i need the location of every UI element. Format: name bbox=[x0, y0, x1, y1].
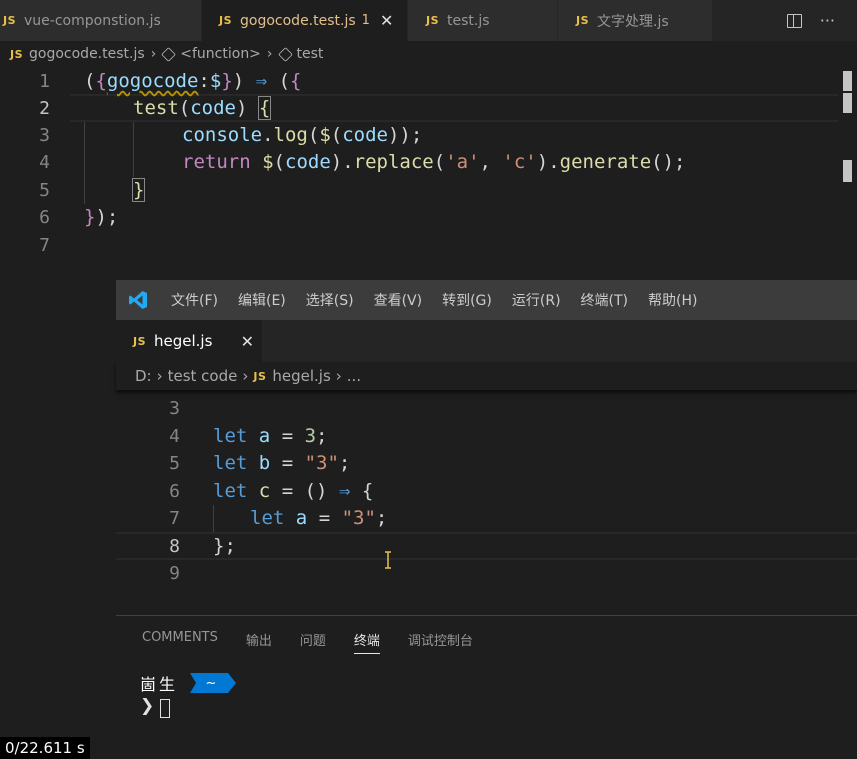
breadcrumb-file[interactable]: gogocode.test.js bbox=[29, 46, 145, 62]
recording-timer: 0/22.611 s bbox=[0, 737, 90, 759]
tab-comments[interactable]: COMMENTS bbox=[142, 630, 218, 654]
split-editor-icon[interactable] bbox=[786, 13, 802, 28]
line-number: 5 bbox=[169, 453, 180, 474]
line-number: 7 bbox=[169, 508, 180, 529]
inner-breadcrumb: D: › test code › JS hegel.js › ... bbox=[116, 362, 857, 390]
inner-tab-bar: JS hegel.js ✕ bbox=[116, 320, 857, 362]
terminal-path-segment: ~ bbox=[190, 673, 236, 693]
scrollbar-marker bbox=[843, 71, 852, 91]
js-file-icon: JS bbox=[133, 334, 147, 348]
menu-selection[interactable]: 选择(S) bbox=[306, 290, 354, 310]
breadcrumb-method[interactable]: test bbox=[297, 46, 324, 62]
scrollbar-marker bbox=[843, 93, 852, 113]
line-number: 3 bbox=[169, 398, 180, 419]
line-number: 7 bbox=[39, 235, 50, 256]
close-icon[interactable]: ✕ bbox=[380, 11, 393, 30]
breadcrumb-more[interactable]: ... bbox=[347, 367, 361, 385]
menu-run[interactable]: 运行(R) bbox=[512, 290, 561, 310]
chevron-right-icon: › bbox=[150, 46, 157, 62]
scrollbar-marker bbox=[843, 160, 852, 182]
breadcrumb-function[interactable]: <function> bbox=[180, 46, 261, 62]
code-line: let a = 3; bbox=[213, 425, 328, 447]
line-number: 8 bbox=[169, 536, 180, 557]
tab-hegel[interactable]: JS hegel.js ✕ bbox=[116, 320, 262, 362]
tab-label: test.js bbox=[447, 12, 490, 29]
tab-problems[interactable]: 问题 bbox=[300, 630, 326, 654]
tab-test[interactable]: JS test.js bbox=[408, 0, 558, 41]
code-line: console.log($(code)); bbox=[182, 124, 423, 146]
line-number: 3 bbox=[39, 125, 50, 146]
inner-vscode-window: 文件(F) 编辑(E) 选择(S) 查看(V) 转到(G) 运行(R) 终端(T… bbox=[116, 280, 857, 759]
terminal-prompt-symbol: ❯ bbox=[140, 696, 155, 716]
editor-actions: ··· bbox=[786, 0, 857, 41]
bottom-panel: COMMENTS 输出 问题 终端 调试控制台 崮生 ~ ❯ bbox=[116, 615, 857, 759]
breadcrumb-folder[interactable]: test code bbox=[168, 367, 238, 385]
function-symbol-icon bbox=[161, 46, 177, 62]
tab-terminal[interactable]: 终端 bbox=[353, 630, 380, 654]
js-file-icon: JS bbox=[426, 14, 440, 27]
more-actions-icon[interactable]: ··· bbox=[820, 11, 835, 30]
menu-view[interactable]: 查看(V) bbox=[374, 290, 423, 310]
js-file-icon: JS bbox=[3, 14, 17, 27]
line-number: 9 bbox=[169, 563, 180, 584]
breadcrumb-file[interactable]: hegel.js bbox=[272, 367, 330, 385]
line-number: 4 bbox=[169, 426, 180, 447]
chevron-right-icon: › bbox=[156, 367, 163, 385]
panel-tab-bar: COMMENTS 输出 问题 终端 调试控制台 bbox=[142, 630, 473, 654]
code-line: return $(code).replace('a', 'c').generat… bbox=[182, 151, 686, 173]
js-file-icon: JS bbox=[10, 47, 24, 61]
indent-guide bbox=[213, 505, 214, 532]
tab-label: vue-componstion.js bbox=[24, 12, 161, 29]
tab-vue-componstion[interactable]: JS vue-componstion.js bbox=[0, 0, 202, 41]
method-symbol-icon bbox=[277, 46, 293, 62]
js-file-icon: JS bbox=[253, 369, 267, 383]
menu-go[interactable]: 转到(G) bbox=[442, 290, 492, 310]
editor-tab-bar: JS vue-componstion.js JS gogocode.test.j… bbox=[0, 0, 857, 41]
tab-output[interactable]: 输出 bbox=[246, 630, 272, 654]
line-number: 6 bbox=[39, 207, 50, 228]
text-cursor-icon bbox=[385, 551, 391, 569]
indent-guide bbox=[84, 122, 85, 204]
line-number: 2 bbox=[39, 98, 50, 119]
menu-bar: 文件(F) 编辑(E) 选择(S) 查看(V) 转到(G) 运行(R) 终端(T… bbox=[116, 280, 857, 320]
chevron-right-icon: › bbox=[266, 46, 273, 62]
line-number: 6 bbox=[169, 481, 180, 502]
js-file-icon: JS bbox=[576, 14, 590, 27]
tab-gogocode-test[interactable]: JS gogocode.test.js 1 ✕ bbox=[202, 0, 408, 41]
menu-file[interactable]: 文件(F) bbox=[171, 290, 218, 310]
terminal-prompt-user: 崮生 bbox=[140, 675, 179, 694]
tab-label: hegel.js bbox=[154, 332, 213, 350]
terminal-cursor[interactable] bbox=[160, 699, 170, 718]
indent-guide bbox=[133, 122, 134, 177]
js-file-icon: JS bbox=[219, 14, 233, 27]
close-icon[interactable]: ✕ bbox=[241, 332, 254, 351]
breadcrumb: JS gogocode.test.js › <function> › test bbox=[0, 41, 857, 67]
code-line: ({gogocode:$}) ⇒ ({ bbox=[84, 70, 302, 92]
vscode-logo-icon bbox=[128, 290, 148, 310]
line-number: 5 bbox=[39, 180, 50, 201]
code-line: }; bbox=[213, 535, 236, 557]
tab-text-processing[interactable]: JS 文字处理.js bbox=[558, 0, 713, 41]
tab-label: gogocode.test.js bbox=[240, 12, 356, 29]
code-line: let c = () ⇒ { bbox=[213, 480, 374, 502]
code-line: test(code) { bbox=[133, 96, 272, 120]
chevron-right-icon: › bbox=[242, 367, 249, 385]
menu-edit[interactable]: 编辑(E) bbox=[238, 290, 286, 310]
breadcrumb-drive[interactable]: D: bbox=[135, 367, 152, 385]
tab-debug-console[interactable]: 调试控制台 bbox=[408, 630, 473, 654]
problem-count-badge: 1 bbox=[361, 13, 370, 28]
menu-terminal[interactable]: 终端(T) bbox=[581, 290, 628, 310]
chevron-right-icon: › bbox=[335, 367, 342, 385]
line-number: 1 bbox=[39, 71, 50, 92]
tab-label: 文字处理.js bbox=[597, 13, 669, 30]
terminal-path-text: ~ bbox=[206, 676, 217, 691]
menu-help[interactable]: 帮助(H) bbox=[648, 290, 697, 310]
code-line: let b = "3"; bbox=[213, 452, 351, 474]
code-line: }); bbox=[84, 206, 119, 228]
code-line: } bbox=[131, 178, 146, 202]
code-line: let a = "3"; bbox=[250, 507, 388, 529]
line-number: 4 bbox=[39, 152, 50, 173]
